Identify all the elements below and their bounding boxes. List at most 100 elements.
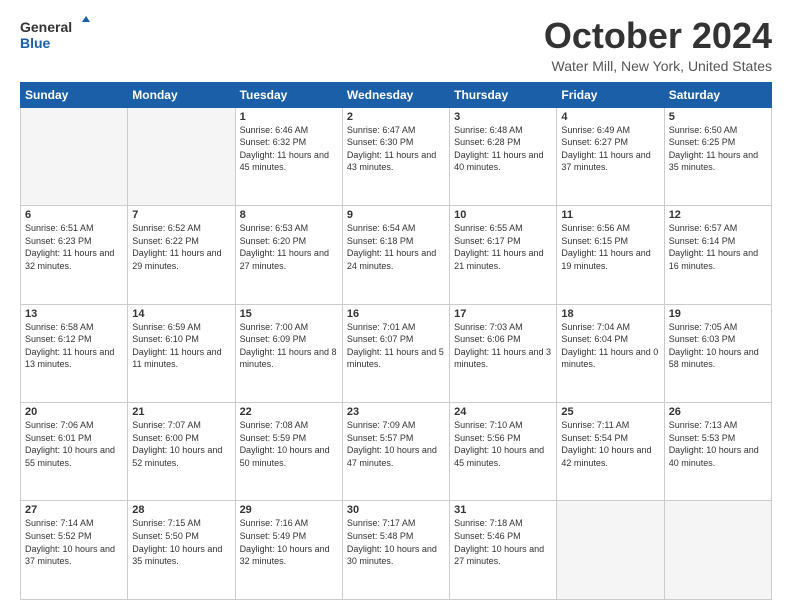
table-row: 30 Sunrise: 7:17 AM Sunset: 5:48 PM Dayl… — [342, 501, 449, 600]
day-number: 25 — [561, 406, 659, 418]
daylight: Daylight: 11 hours and 8 minutes. — [240, 346, 338, 371]
calendar-week-row: 1 Sunrise: 6:46 AM Sunset: 6:32 PM Dayli… — [21, 107, 772, 205]
table-row: 29 Sunrise: 7:16 AM Sunset: 5:49 PM Dayl… — [235, 501, 342, 600]
day-number: 9 — [347, 209, 445, 221]
day-number: 10 — [454, 209, 552, 221]
table-row: 17 Sunrise: 7:03 AM Sunset: 6:06 PM Dayl… — [450, 304, 557, 402]
table-row: 22 Sunrise: 7:08 AM Sunset: 5:59 PM Dayl… — [235, 403, 342, 501]
sunrise: Sunrise: 6:54 AM — [347, 222, 445, 235]
sunrise: Sunrise: 6:59 AM — [132, 321, 230, 334]
table-row: 28 Sunrise: 7:15 AM Sunset: 5:50 PM Dayl… — [128, 501, 235, 600]
day-info: Sunrise: 6:50 AM Sunset: 6:25 PM Dayligh… — [669, 124, 767, 174]
daylight: Daylight: 11 hours and 19 minutes. — [561, 247, 659, 272]
day-number: 19 — [669, 308, 767, 320]
day-number: 28 — [132, 504, 230, 516]
day-info: Sunrise: 7:18 AM Sunset: 5:46 PM Dayligh… — [454, 517, 552, 567]
sunrise: Sunrise: 7:13 AM — [669, 419, 767, 432]
col-tuesday: Tuesday — [235, 82, 342, 107]
daylight: Daylight: 10 hours and 30 minutes. — [347, 543, 445, 568]
sunrise: Sunrise: 6:50 AM — [669, 124, 767, 137]
day-number: 15 — [240, 308, 338, 320]
day-number: 13 — [25, 308, 123, 320]
table-row: 7 Sunrise: 6:52 AM Sunset: 6:22 PM Dayli… — [128, 206, 235, 304]
table-row — [128, 107, 235, 205]
header: General Blue October 2024 Water Mill, Ne… — [20, 16, 772, 74]
daylight: Daylight: 10 hours and 50 minutes. — [240, 444, 338, 469]
sunset: Sunset: 5:52 PM — [25, 530, 123, 543]
table-row: 18 Sunrise: 7:04 AM Sunset: 6:04 PM Dayl… — [557, 304, 664, 402]
col-sunday: Sunday — [21, 82, 128, 107]
sunset: Sunset: 6:20 PM — [240, 235, 338, 248]
day-number: 14 — [132, 308, 230, 320]
daylight: Daylight: 11 hours and 45 minutes. — [240, 149, 338, 174]
sunrise: Sunrise: 7:18 AM — [454, 517, 552, 530]
month-title: October 2024 — [544, 16, 772, 56]
day-info: Sunrise: 7:11 AM Sunset: 5:54 PM Dayligh… — [561, 419, 659, 469]
table-row: 24 Sunrise: 7:10 AM Sunset: 5:56 PM Dayl… — [450, 403, 557, 501]
table-row — [664, 501, 771, 600]
table-row: 2 Sunrise: 6:47 AM Sunset: 6:30 PM Dayli… — [342, 107, 449, 205]
sunrise: Sunrise: 7:11 AM — [561, 419, 659, 432]
day-number: 2 — [347, 111, 445, 123]
sunset: Sunset: 6:10 PM — [132, 333, 230, 346]
daylight: Daylight: 11 hours and 21 minutes. — [454, 247, 552, 272]
daylight: Daylight: 10 hours and 58 minutes. — [669, 346, 767, 371]
sunset: Sunset: 6:01 PM — [25, 432, 123, 445]
day-info: Sunrise: 7:16 AM Sunset: 5:49 PM Dayligh… — [240, 517, 338, 567]
daylight: Daylight: 11 hours and 5 minutes. — [347, 346, 445, 371]
sunset: Sunset: 6:04 PM — [561, 333, 659, 346]
table-row: 11 Sunrise: 6:56 AM Sunset: 6:15 PM Dayl… — [557, 206, 664, 304]
daylight: Daylight: 11 hours and 29 minutes. — [132, 247, 230, 272]
sunrise: Sunrise: 7:01 AM — [347, 321, 445, 334]
table-row: 1 Sunrise: 6:46 AM Sunset: 6:32 PM Dayli… — [235, 107, 342, 205]
day-info: Sunrise: 6:54 AM Sunset: 6:18 PM Dayligh… — [347, 222, 445, 272]
sunset: Sunset: 6:22 PM — [132, 235, 230, 248]
col-monday: Monday — [128, 82, 235, 107]
sunset: Sunset: 6:28 PM — [454, 136, 552, 149]
calendar-week-row: 13 Sunrise: 6:58 AM Sunset: 6:12 PM Dayl… — [21, 304, 772, 402]
day-number: 31 — [454, 504, 552, 516]
day-info: Sunrise: 7:04 AM Sunset: 6:04 PM Dayligh… — [561, 321, 659, 371]
sunrise: Sunrise: 7:06 AM — [25, 419, 123, 432]
svg-text:Blue: Blue — [20, 35, 51, 51]
table-row: 14 Sunrise: 6:59 AM Sunset: 6:10 PM Dayl… — [128, 304, 235, 402]
header-right: October 2024 Water Mill, New York, Unite… — [544, 16, 772, 74]
table-row: 27 Sunrise: 7:14 AM Sunset: 5:52 PM Dayl… — [21, 501, 128, 600]
sunrise: Sunrise: 7:14 AM — [25, 517, 123, 530]
daylight: Daylight: 11 hours and 3 minutes. — [454, 346, 552, 371]
day-info: Sunrise: 6:48 AM Sunset: 6:28 PM Dayligh… — [454, 124, 552, 174]
table-row: 21 Sunrise: 7:07 AM Sunset: 6:00 PM Dayl… — [128, 403, 235, 501]
table-row: 5 Sunrise: 6:50 AM Sunset: 6:25 PM Dayli… — [664, 107, 771, 205]
day-info: Sunrise: 7:00 AM Sunset: 6:09 PM Dayligh… — [240, 321, 338, 371]
daylight: Daylight: 11 hours and 40 minutes. — [454, 149, 552, 174]
sunrise: Sunrise: 6:56 AM — [561, 222, 659, 235]
table-row: 20 Sunrise: 7:06 AM Sunset: 6:01 PM Dayl… — [21, 403, 128, 501]
day-number: 11 — [561, 209, 659, 221]
day-number: 29 — [240, 504, 338, 516]
sunrise: Sunrise: 7:08 AM — [240, 419, 338, 432]
day-info: Sunrise: 6:46 AM Sunset: 6:32 PM Dayligh… — [240, 124, 338, 174]
day-number: 23 — [347, 406, 445, 418]
daylight: Daylight: 10 hours and 45 minutes. — [454, 444, 552, 469]
day-number: 27 — [25, 504, 123, 516]
sunrise: Sunrise: 7:15 AM — [132, 517, 230, 530]
sunrise: Sunrise: 6:47 AM — [347, 124, 445, 137]
daylight: Daylight: 11 hours and 24 minutes. — [347, 247, 445, 272]
calendar: Sunday Monday Tuesday Wednesday Thursday… — [20, 82, 772, 600]
page: General Blue October 2024 Water Mill, Ne… — [0, 0, 792, 612]
sunset: Sunset: 5:57 PM — [347, 432, 445, 445]
day-number: 30 — [347, 504, 445, 516]
table-row: 13 Sunrise: 6:58 AM Sunset: 6:12 PM Dayl… — [21, 304, 128, 402]
day-info: Sunrise: 7:07 AM Sunset: 6:00 PM Dayligh… — [132, 419, 230, 469]
day-info: Sunrise: 7:17 AM Sunset: 5:48 PM Dayligh… — [347, 517, 445, 567]
day-number: 5 — [669, 111, 767, 123]
sunrise: Sunrise: 6:49 AM — [561, 124, 659, 137]
daylight: Daylight: 10 hours and 40 minutes. — [669, 444, 767, 469]
sunset: Sunset: 6:03 PM — [669, 333, 767, 346]
sunset: Sunset: 5:59 PM — [240, 432, 338, 445]
sunrise: Sunrise: 7:09 AM — [347, 419, 445, 432]
day-number: 26 — [669, 406, 767, 418]
daylight: Daylight: 10 hours and 35 minutes. — [132, 543, 230, 568]
daylight: Daylight: 11 hours and 35 minutes. — [669, 149, 767, 174]
sunset: Sunset: 6:00 PM — [132, 432, 230, 445]
